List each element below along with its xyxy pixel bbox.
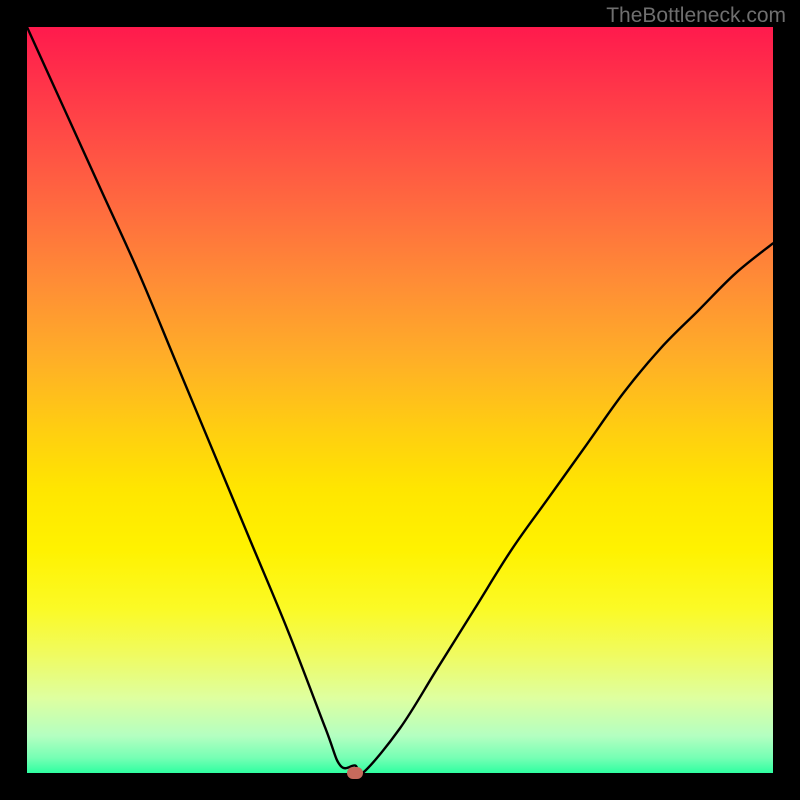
watermark-text: TheBottleneck.com (606, 4, 786, 28)
bottleneck-curve (27, 27, 773, 773)
chart-plot-area (27, 27, 773, 773)
optimal-point-marker (347, 767, 363, 779)
